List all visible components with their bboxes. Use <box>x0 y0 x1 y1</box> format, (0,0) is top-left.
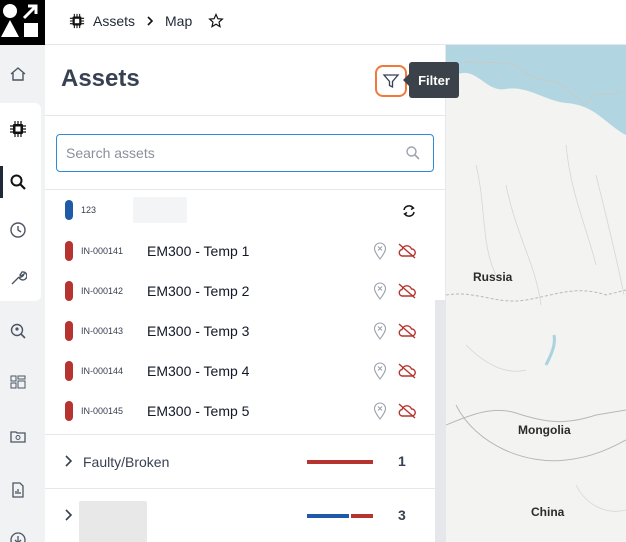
search-icon[interactable] <box>0 168 36 196</box>
map-view[interactable]: Russia Mongolia China <box>446 45 626 542</box>
asset-name: EM300 - Temp 2 <box>147 283 250 299</box>
assets-panel: Assets 123 IN-000141 EM300 - Temp 1 <box>45 45 446 542</box>
star-icon[interactable] <box>208 13 225 29</box>
sync-icon[interactable] <box>401 203 417 219</box>
search-box <box>56 134 434 172</box>
home-icon[interactable] <box>0 60 36 88</box>
location-missing-icon <box>373 362 387 380</box>
folder-gear-icon[interactable] <box>0 422 36 450</box>
location-missing-icon <box>373 282 387 300</box>
map-label-mongolia: Mongolia <box>518 423 571 437</box>
download-icon[interactable] <box>0 526 36 542</box>
wrench-icon[interactable] <box>0 264 36 292</box>
dashboard-icon[interactable] <box>0 368 36 396</box>
status-bar <box>307 460 373 464</box>
clock-icon[interactable] <box>0 216 36 244</box>
page-title: Assets <box>61 65 140 92</box>
chevron-right-icon <box>65 455 73 467</box>
location-missing-icon <box>373 322 387 340</box>
status-bar-faulty <box>351 514 373 518</box>
group-count: 3 <box>398 507 406 523</box>
status-pill <box>65 361 73 381</box>
redacted-block <box>79 501 147 542</box>
cloud-off-icon <box>398 403 416 419</box>
status-pill <box>65 281 73 301</box>
group-count: 1 <box>398 453 406 469</box>
group-label: Faulty/Broken <box>83 454 170 470</box>
map-label-russia: Russia <box>473 270 513 284</box>
cloud-off-icon <box>398 323 416 339</box>
asset-code: IN-000143 <box>81 326 124 336</box>
top-bar: Assets Map <box>45 0 626 45</box>
list-item[interactable]: IN-000143 EM300 - Temp 3 <box>45 311 435 351</box>
group-row[interactable]: 3 <box>45 488 435 542</box>
status-pill <box>65 401 73 421</box>
chip-icon <box>69 13 85 29</box>
asset-name: EM300 - Temp 3 <box>147 323 250 339</box>
map-label-china: China <box>531 505 565 519</box>
asset-code: 123 <box>81 205 97 215</box>
scrollbar[interactable] <box>435 300 445 542</box>
zoom-pin-icon[interactable] <box>0 317 36 345</box>
cloud-off-icon <box>398 363 416 379</box>
list-item[interactable]: IN-000145 EM300 - Temp 5 <box>45 391 435 431</box>
asset-name: EM300 - Temp 4 <box>147 363 250 379</box>
app-root: Assets Map Assets 123 <box>0 0 626 542</box>
asset-name: EM300 - Temp 1 <box>147 243 250 259</box>
status-pill <box>65 321 73 341</box>
filter-tooltip: Filter <box>403 62 459 98</box>
search-section <box>45 115 445 190</box>
group-row-faulty[interactable]: Faulty/Broken 1 <box>45 434 435 488</box>
chevron-right-icon <box>147 16 154 26</box>
asset-code: IN-000142 <box>81 286 124 296</box>
status-pill <box>65 241 73 261</box>
asset-code: IN-000141 <box>81 246 124 256</box>
redacted-block <box>133 197 187 223</box>
asset-code: IN-000145 <box>81 406 124 416</box>
report-icon[interactable] <box>0 476 36 504</box>
list-item[interactable]: IN-000142 EM300 - Temp 2 <box>45 271 435 311</box>
chip-icon[interactable] <box>0 115 36 143</box>
search-icon <box>406 146 420 160</box>
breadcrumb-root[interactable]: Assets <box>93 13 135 29</box>
status-pill <box>65 200 73 220</box>
cloud-off-icon <box>398 283 416 299</box>
asset-list: 123 IN-000141 EM300 - Temp 1 IN-000142 E… <box>45 191 435 441</box>
cloud-off-icon <box>398 243 416 259</box>
list-item[interactable]: IN-000141 EM300 - Temp 1 <box>45 231 435 271</box>
list-item[interactable]: 123 <box>45 191 435 231</box>
status-bar-ok <box>307 514 349 518</box>
asset-name: EM300 - Temp 5 <box>147 403 250 419</box>
search-input[interactable] <box>66 135 396 171</box>
app-logo[interactable] <box>0 0 45 45</box>
list-item[interactable]: IN-000144 EM300 - Temp 4 <box>45 351 435 391</box>
breadcrumb-current: Map <box>165 13 193 29</box>
breadcrumb: Assets Map <box>69 11 225 31</box>
logo-icon <box>1 4 38 37</box>
chevron-right-icon <box>65 509 73 521</box>
location-missing-icon <box>373 402 387 420</box>
left-rail <box>0 0 45 542</box>
location-missing-icon <box>373 242 387 260</box>
filter-icon <box>382 74 400 89</box>
map-canvas <box>446 45 626 512</box>
asset-code: IN-000144 <box>81 366 124 376</box>
